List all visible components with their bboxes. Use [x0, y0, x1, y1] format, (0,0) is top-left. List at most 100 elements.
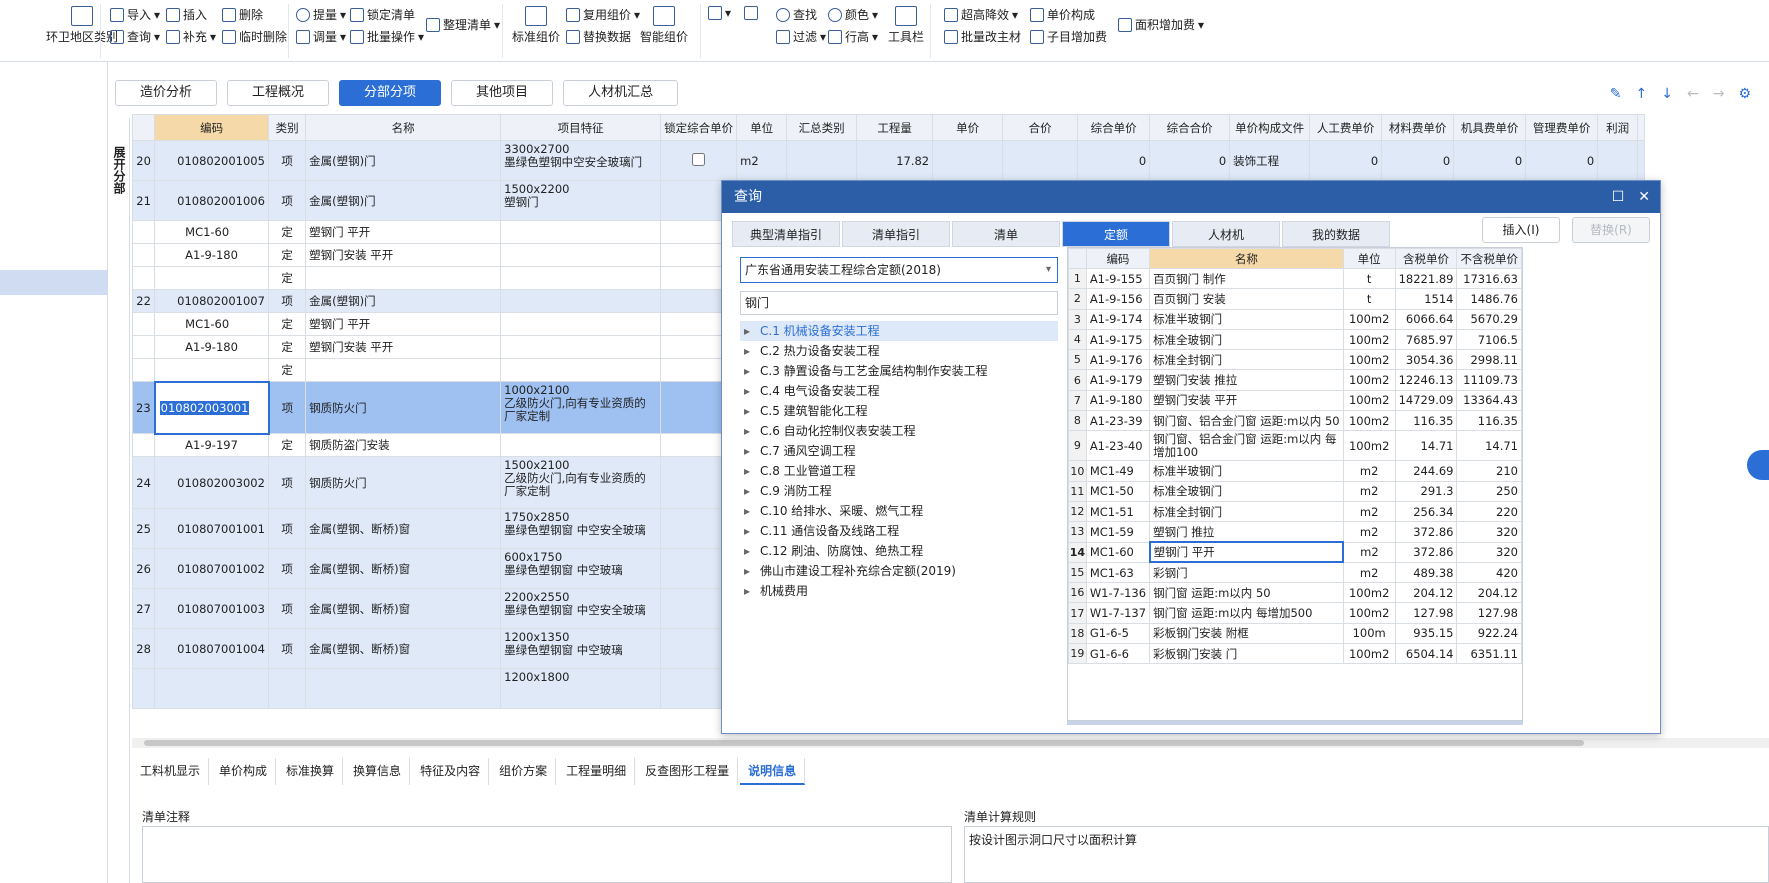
quota-name[interactable]: 标准全玻钢门: [1149, 328, 1344, 351]
quota-name[interactable]: 标准半玻钢门: [1149, 308, 1344, 330]
quota-unit[interactable]: m2: [1342, 561, 1396, 584]
cell-feature[interactable]: [500, 220, 662, 244]
price-with-tax[interactable]: 256.34: [1394, 500, 1458, 523]
quota-code[interactable]: A1-9-180: [1085, 389, 1151, 412]
cell-name[interactable]: 金属(塑钢、断桥)窗: [305, 628, 502, 669]
quota-name[interactable]: 塑钢门 平开: [1148, 541, 1345, 564]
quota-code[interactable]: A1-9-176: [1085, 349, 1151, 371]
quota-row[interactable]: 14 MC1-60 塑钢门 平开 m2 372.86 320: [1068, 541, 1522, 564]
cell-code[interactable]: [154, 668, 270, 709]
quota-name[interactable]: 钢门窗、铝合金门窗 运距:m以内 每增加100: [1149, 430, 1344, 462]
cell-type[interactable]: 定: [268, 312, 307, 336]
quota-unit[interactable]: 100m2: [1342, 602, 1396, 624]
cell-code[interactable]: MC1-60: [154, 220, 270, 244]
cell-code[interactable]: [154, 358, 270, 382]
price-without-tax[interactable]: 204.12: [1456, 582, 1522, 604]
quota-name[interactable]: 彩板钢门安装 门: [1149, 643, 1344, 665]
import-button[interactable]: 导入 ▾: [110, 6, 160, 23]
quota-row[interactable]: 1 A1-9-155 百页钢门 制作 t 18221.89 17316.63: [1068, 267, 1522, 290]
cell-code[interactable]: 010807001003: [154, 588, 270, 629]
quota-unit[interactable]: m2: [1342, 541, 1396, 563]
move-down-icon[interactable]: ↓: [1661, 86, 1673, 102]
quota-unit[interactable]: 100m2: [1342, 328, 1396, 351]
row-height-button[interactable]: 行高 ▾: [828, 28, 878, 45]
cell-name[interactable]: 金属(塑钢)门: [305, 289, 502, 313]
tab-sub-items[interactable]: 分部分项: [339, 80, 442, 106]
quota-code[interactable]: A1-23-40: [1085, 430, 1151, 462]
lock-list-button[interactable]: 锁定清单: [350, 6, 415, 23]
dialog-column-header[interactable]: 不含税单价: [1456, 248, 1522, 269]
column-header[interactable]: 汇总类别: [786, 114, 858, 141]
organize-list-button[interactable]: 整理清单 ▾: [426, 16, 500, 33]
cell-unit[interactable]: m2: [736, 140, 788, 181]
price-without-tax[interactable]: 5670.29: [1456, 308, 1522, 330]
price-with-tax[interactable]: 244.69: [1394, 460, 1458, 482]
cell-feature[interactable]: 1000x2100 乙级防火门,向有专业资质的厂家定制: [500, 381, 662, 434]
price-with-tax[interactable]: 6066.64: [1394, 308, 1458, 330]
cell-type[interactable]: 项: [268, 456, 307, 509]
quota-name[interactable]: 塑钢门安装 推拉: [1149, 369, 1344, 391]
quota-unit[interactable]: 100m2: [1342, 643, 1396, 665]
cell-name[interactable]: [305, 668, 502, 709]
cell-feature[interactable]: 1500x2100 乙级防火门,向有专业资质的厂家定制: [500, 456, 662, 509]
dialog-column-header[interactable]: 单位: [1342, 248, 1396, 269]
cell-name[interactable]: 塑钢门 平开: [305, 312, 502, 336]
cell-feature[interactable]: 1200x1350 墨绿色塑钢窗 中空玻璃: [500, 628, 662, 669]
quota-code[interactable]: W1-7-136: [1085, 582, 1151, 604]
cell-code[interactable]: [154, 266, 270, 290]
cell-code[interactable]: A1-9-180: [154, 335, 270, 359]
column-header[interactable]: 合价: [1002, 114, 1079, 141]
replace-data-button[interactable]: 替换数据: [566, 28, 631, 45]
quota-name[interactable]: 标准半玻钢门: [1149, 460, 1344, 482]
quota-search-input[interactable]: 钢门: [740, 291, 1058, 315]
quota-name[interactable]: 百页钢门 制作: [1149, 267, 1344, 290]
tab-cost-analysis[interactable]: 造价分析: [115, 80, 218, 106]
price-without-tax[interactable]: 420: [1456, 561, 1522, 584]
quota-name[interactable]: 塑钢门 推拉: [1149, 521, 1344, 543]
tree-item[interactable]: C.3 静置设备与工艺金属结构制作安装工程: [740, 361, 1058, 381]
query-button[interactable]: 查询 ▾: [110, 28, 160, 45]
cell-code[interactable]: MC1-60: [154, 312, 270, 336]
cell-feature[interactable]: 1200x1800: [500, 668, 662, 709]
quota-code[interactable]: G1-6-6: [1085, 643, 1151, 665]
price-without-tax[interactable]: 17316.63: [1456, 267, 1522, 290]
tab-labor-material[interactable]: 人材机汇总: [563, 80, 679, 106]
price-with-tax[interactable]: 372.86: [1394, 521, 1458, 543]
env-category-button[interactable]: 环卫地区类别: [46, 6, 118, 45]
quota-row[interactable]: 13 MC1-59 塑钢门 推拉 m2 372.86 320: [1068, 521, 1522, 543]
cell-code[interactable]: 010802001007: [154, 289, 270, 313]
dialog-tab[interactable]: 定额: [1062, 221, 1170, 247]
replace-dialog-button[interactable]: 替换(R): [1572, 217, 1650, 243]
quota-row[interactable]: 3 A1-9-174 标准半玻钢门 100m2 6066.64 5670.29: [1068, 308, 1522, 330]
quota-name[interactable]: 百页钢门 安装: [1149, 288, 1344, 310]
move-up-icon[interactable]: ↑: [1636, 86, 1648, 102]
adjust-quantity-button[interactable]: 调量 ▾: [296, 28, 346, 45]
insert-dialog-button[interactable]: 插入(I): [1482, 217, 1560, 243]
price-without-tax[interactable]: 116.35: [1456, 410, 1522, 432]
find-button[interactable]: 查找: [776, 6, 817, 23]
cell-feature[interactable]: 2200x2550 墨绿色塑钢窗 中空安全玻璃: [500, 588, 662, 629]
quota-code[interactable]: A1-9-155: [1085, 267, 1151, 290]
quota-name[interactable]: 彩板钢门安装 附框: [1149, 622, 1344, 645]
tab-project-overview[interactable]: 工程概况: [227, 80, 330, 106]
detail-tab[interactable]: 工料机显示: [132, 758, 210, 785]
assistant-float-button[interactable]: [1747, 450, 1769, 480]
column-header[interactable]: 项目特征: [500, 114, 662, 141]
column-header[interactable]: 机具费单价: [1453, 114, 1527, 141]
cell-feature[interactable]: 3300x2700 墨绿色塑钢中空安全玻璃门: [500, 140, 662, 181]
price-without-tax[interactable]: 127.98: [1456, 602, 1522, 624]
cell-type[interactable]: 定: [268, 243, 307, 267]
tree-item[interactable]: C.8 工业管道工程: [740, 461, 1058, 481]
quota-code[interactable]: MC1-50: [1085, 480, 1151, 502]
column-header[interactable]: 利润: [1597, 114, 1639, 141]
unit-price-composition-button[interactable]: 单价构成: [1030, 6, 1095, 23]
edit-icon[interactable]: ✎: [1610, 86, 1622, 102]
cell-code[interactable]: 010807001004: [154, 628, 270, 669]
price-without-tax[interactable]: 210: [1456, 460, 1522, 482]
cell-code[interactable]: 010802001006: [154, 180, 270, 221]
cell-type[interactable]: 定: [268, 335, 307, 359]
cell-type[interactable]: 项: [268, 140, 307, 181]
quota-row[interactable]: 8 A1-23-39 钢门窗、铝合金门窗 运距:m以内 50 100m2 116.35 1…: [1068, 410, 1522, 432]
dialog-tab[interactable]: 人材机: [1172, 221, 1280, 247]
cell-name[interactable]: 塑钢门安装 平开: [305, 335, 502, 359]
